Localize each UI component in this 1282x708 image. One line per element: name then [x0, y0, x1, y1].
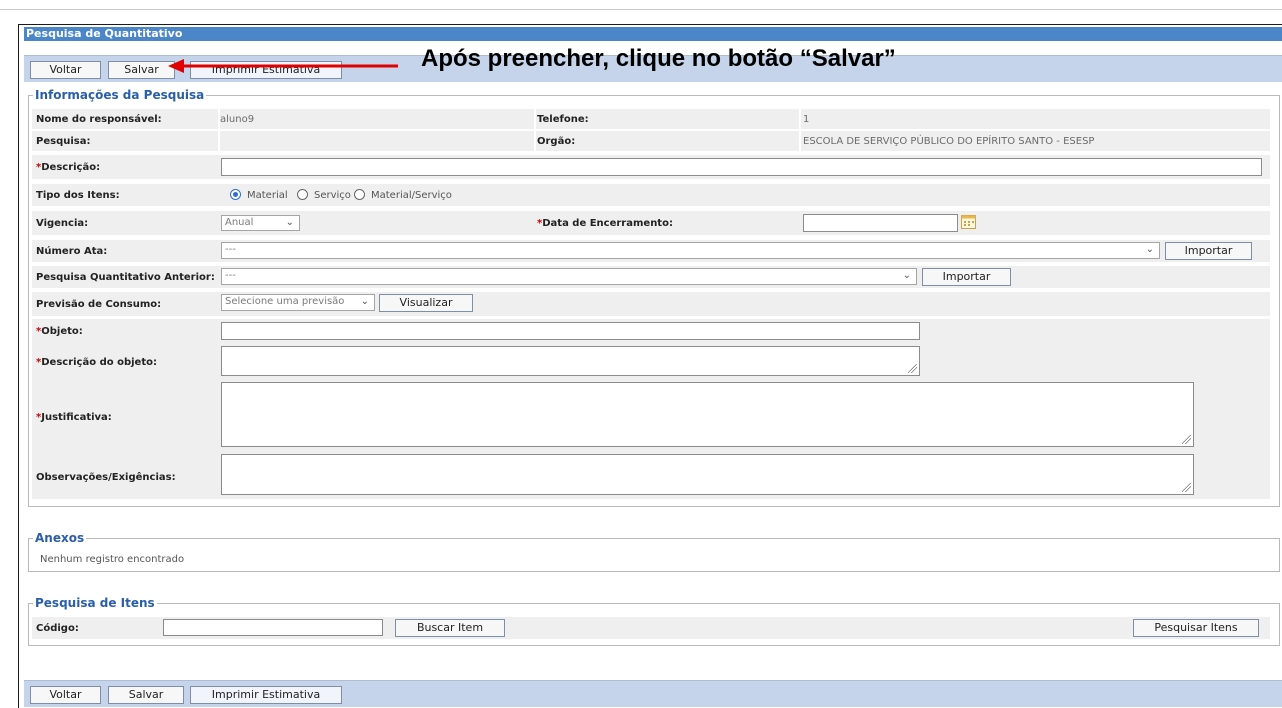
orgao-label: Orgão: [537, 136, 576, 147]
chevron-down-icon: ⌄ [902, 270, 911, 281]
vigencia-label: Vigencia: [36, 218, 89, 229]
top-divider [0, 9, 1282, 10]
row-observacoes: Observações/Exigências: [32, 451, 1270, 499]
radio-material-label: Material [247, 190, 288, 201]
informacoes-legend: Informações da Pesquisa [33, 88, 207, 102]
observacoes-label: Observações/Exigências: [36, 472, 176, 483]
resize-handle[interactable] [1182, 483, 1191, 492]
window-title: Pesquisa de Quantitativo [24, 27, 1282, 41]
row-objeto: *Objeto: [32, 319, 1270, 343]
radio-servico-label: Serviço [314, 190, 351, 201]
importar-ata-button[interactable]: Importar [1165, 242, 1252, 260]
voltar-button-bottom[interactable]: Voltar [30, 686, 101, 704]
data-encerramento-label: *Data de Encerramento: [537, 218, 673, 229]
descricao-input[interactable] [221, 158, 1262, 176]
tipo-itens-label: Tipo dos Itens: [36, 190, 120, 201]
codigo-input[interactable] [163, 619, 383, 636]
previsao-value: Selecione uma previsão [225, 296, 345, 307]
vigencia-select[interactable]: Anual ⌄ [221, 215, 300, 231]
radio-material[interactable] [230, 189, 241, 200]
cell-divider [534, 109, 536, 129]
row-pesquisa: Pesquisa: Orgão: ESCOLA DE SERVIÇO PÚBLI… [32, 131, 1270, 151]
previsao-label: Previsão de Consumo: [36, 299, 162, 310]
title-scroll-edge [1277, 27, 1282, 41]
orgao-value: ESCOLA DE SERVIÇO PÚBLICO DO EPÍRITO SAN… [803, 136, 1095, 147]
observacoes-textarea[interactable] [221, 454, 1194, 495]
justificativa-textarea[interactable] [221, 382, 1194, 447]
radio-material-servico-label: Material/Serviço [371, 190, 452, 201]
pesquisa-label: Pesquisa: [36, 136, 91, 147]
row-vigencia: Vigencia: Anual ⌄ *Data de Encerramento: [32, 211, 1270, 235]
data-encerramento-input[interactable] [803, 214, 958, 232]
chevron-down-icon: ⌄ [360, 296, 369, 307]
anexos-fieldset [28, 538, 1280, 572]
pesquisa-anterior-label: Pesquisa Quantitativo Anterior: [36, 272, 215, 283]
justificativa-label: *Justificativa: [36, 412, 112, 423]
responsavel-label: Nome do responsável: [36, 114, 162, 125]
telefone-label: Telefone: [537, 114, 589, 125]
row-previsao: Previsão de Consumo: Selecione uma previ… [32, 292, 1270, 316]
row-justificativa: *Justificativa: [32, 379, 1270, 451]
salvar-button-bottom[interactable]: Salvar [108, 686, 184, 704]
pesquisa-anterior-select[interactable]: --- ⌄ [221, 268, 917, 285]
row-codigo: Código: Buscar Item Pesquisar Itens [32, 617, 1270, 639]
pesquisa-anterior-value: --- [225, 270, 236, 281]
descricao-objeto-label: *Descrição do objeto: [36, 357, 157, 368]
voltar-button[interactable]: Voltar [30, 61, 101, 79]
radio-material-servico[interactable] [354, 189, 365, 200]
vigencia-select-value: Anual [225, 217, 254, 228]
row-numero-ata: Número Ata: --- ⌄ Importar [32, 240, 1270, 262]
arrow-left-icon [168, 59, 398, 73]
buscar-item-button[interactable]: Buscar Item [395, 619, 505, 637]
salvar-button[interactable]: Salvar [108, 61, 175, 79]
row-descricao-objeto: *Descrição do objeto: [32, 343, 1270, 379]
numero-ata-label: Número Ata: [36, 246, 108, 257]
telefone-value: 1 [803, 114, 810, 125]
chevron-down-icon: ⌄ [1145, 244, 1154, 255]
row-descricao: *Descrição: [32, 155, 1270, 179]
importar-anterior-button[interactable]: Importar [922, 268, 1011, 286]
row-responsavel: Nome do responsável: aluno9 Telefone: 1 [32, 109, 1270, 129]
calendar-icon[interactable] [961, 215, 976, 229]
previsao-select[interactable]: Selecione uma previsão ⌄ [221, 294, 375, 311]
descricao-objeto-textarea[interactable] [221, 346, 920, 376]
row-tipo-itens: Tipo dos Itens: Material Serviço Materia… [32, 184, 1270, 206]
descricao-label: *Descrição: [36, 162, 101, 173]
resize-handle[interactable] [908, 364, 917, 373]
responsavel-value: aluno9 [220, 114, 255, 125]
resize-handle[interactable] [1182, 435, 1191, 444]
bottom-toolbar: Voltar Salvar Imprimir Estimativa [24, 680, 1282, 707]
anexos-legend: Anexos [33, 531, 87, 545]
visualizar-button[interactable]: Visualizar [379, 294, 473, 312]
objeto-input[interactable] [221, 322, 920, 340]
objeto-label: *Objeto: [36, 326, 83, 337]
cell-divider [799, 131, 801, 151]
chevron-down-icon: ⌄ [285, 217, 294, 228]
pesquisar-itens-button[interactable]: Pesquisar Itens [1133, 619, 1259, 637]
numero-ata-value: --- [225, 244, 236, 255]
pesquisa-itens-legend: Pesquisa de Itens [33, 596, 157, 610]
numero-ata-select[interactable]: --- ⌄ [221, 242, 1160, 259]
codigo-label: Código: [36, 623, 79, 634]
radio-servico[interactable] [297, 189, 308, 200]
imprimir-estimativa-button-bottom[interactable]: Imprimir Estimativa [190, 686, 342, 704]
row-pesquisa-anterior: Pesquisa Quantitativo Anterior: --- ⌄ Im… [32, 266, 1270, 288]
cell-divider [534, 131, 536, 151]
cell-divider [218, 131, 220, 151]
cell-divider [799, 109, 801, 129]
anexos-empty-text: Nenhum registro encontrado [40, 554, 185, 565]
annotation-text: Após preencher, clique no botão “Salvar” [421, 45, 896, 72]
